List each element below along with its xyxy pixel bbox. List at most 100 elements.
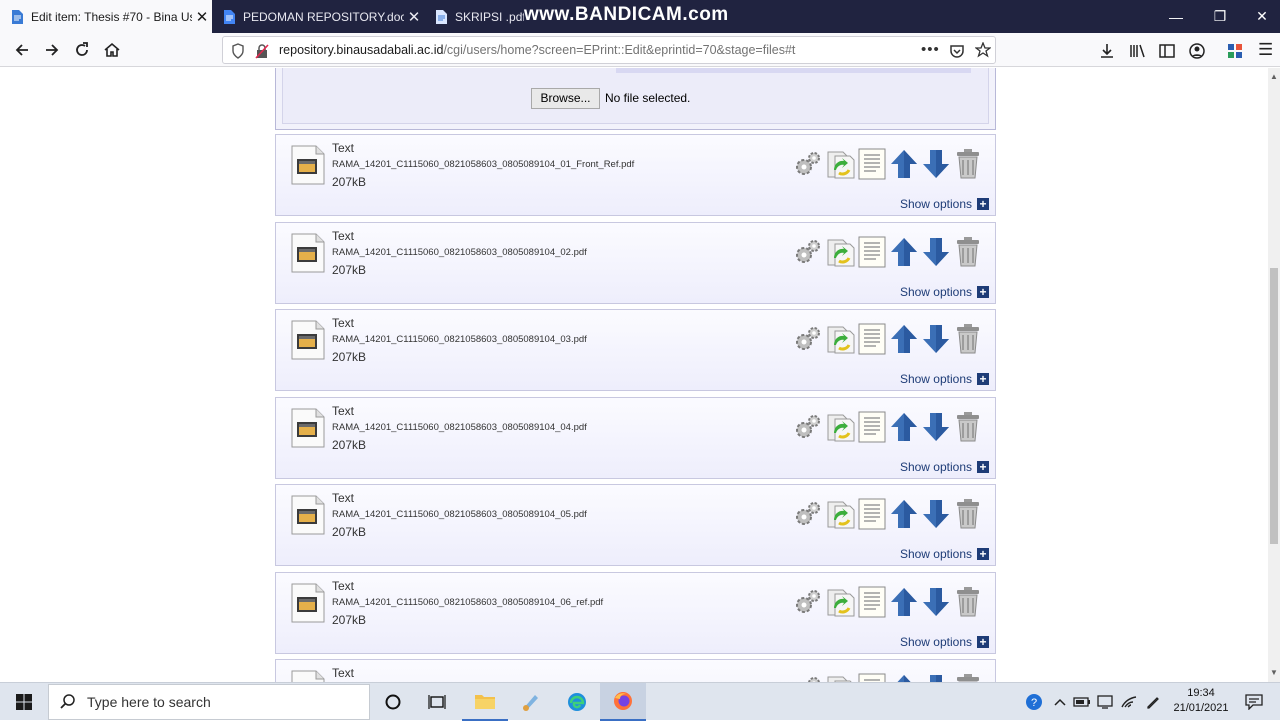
properties-button[interactable] [792,322,824,356]
page-actions-icon[interactable]: ••• [921,41,940,58]
firefox-button[interactable] [600,683,646,721]
properties-button[interactable] [792,147,824,181]
file-thumbnail-icon[interactable] [291,408,325,448]
pen-tray[interactable] [1142,683,1164,721]
move-down-button[interactable] [920,410,952,444]
delete-button[interactable] [952,147,984,181]
move-up-button[interactable] [888,410,920,444]
home-button[interactable] [98,37,126,63]
file-thumbnail-icon[interactable] [291,670,325,682]
delete-button[interactable] [952,410,984,444]
replace-file-button[interactable] [824,585,856,619]
close-icon[interactable]: ✕ [192,8,212,26]
bookmark-star-icon[interactable] [975,42,991,58]
replace-file-button[interactable] [824,147,856,181]
properties-button[interactable] [792,497,824,531]
view-details-button[interactable] [856,147,888,181]
battery-tray[interactable] [1072,683,1092,721]
file-thumbnail-icon[interactable] [291,233,325,273]
task-view-button[interactable] [414,683,460,721]
move-up-button[interactable] [888,585,920,619]
display-tray[interactable] [1094,683,1116,721]
show-options-link[interactable]: Show options + [900,197,989,211]
delete-button[interactable] [952,322,984,356]
show-options-link[interactable]: Show options + [900,635,989,649]
show-options-link[interactable]: Show options + [900,460,989,474]
move-up-button[interactable] [888,322,920,356]
move-up-button[interactable] [888,147,920,181]
forward-button[interactable] [38,37,66,63]
replace-file-button[interactable] [824,672,856,682]
tab-skripsi-pdf[interactable]: SKRIPSI .pdf [424,0,524,33]
replace-file-button[interactable] [824,410,856,444]
notification-center[interactable] [1240,683,1268,721]
move-down-button[interactable] [920,497,952,531]
view-details-button[interactable] [856,410,888,444]
tab-edit-item[interactable]: Edit item: Thesis #70 - Bina Usa ✕ [0,0,212,33]
downloads-icon[interactable] [1098,42,1116,60]
move-down-button[interactable] [920,147,952,181]
system-clock[interactable]: 19:34 21/01/2021 [1170,686,1232,716]
properties-button[interactable] [792,235,824,269]
show-hidden-icons[interactable] [1050,683,1070,721]
move-up-button[interactable] [888,672,920,682]
file-thumbnail-icon[interactable] [291,495,325,535]
move-down-button[interactable] [920,585,952,619]
move-down-button[interactable] [920,672,952,682]
minimize-button[interactable]: — [1154,0,1198,33]
delete-button[interactable] [952,672,984,682]
close-window-button[interactable]: ✕ [1240,0,1280,33]
replace-file-button[interactable] [824,322,856,356]
back-button[interactable] [8,37,36,63]
scroll-down-icon[interactable]: ▼ [1268,666,1280,680]
show-options-link[interactable]: Show options + [900,547,989,561]
wifi-tray[interactable] [1118,683,1140,721]
properties-button[interactable] [792,672,824,682]
edge-button[interactable] [554,683,600,721]
scroll-up-icon[interactable]: ▲ [1268,70,1280,84]
properties-button[interactable] [792,585,824,619]
view-details-button[interactable] [856,497,888,531]
view-details-button[interactable] [856,235,888,269]
replace-file-button[interactable] [824,497,856,531]
taskbar-search-box[interactable]: Type here to search [48,684,370,720]
close-icon[interactable]: ✕ [404,8,424,26]
delete-button[interactable] [952,585,984,619]
account-icon[interactable] [1188,42,1206,60]
file-explorer-button[interactable] [462,683,508,721]
cortana-button[interactable] [370,683,416,721]
tab-pedoman-repository[interactable]: PEDOMAN REPOSITORY.docx ✕ [212,0,424,33]
properties-button[interactable] [792,410,824,444]
help-tray-icon[interactable]: ? [1022,683,1046,721]
scroll-thumb[interactable] [1270,268,1278,544]
delete-button[interactable] [952,497,984,531]
show-options-link[interactable]: Show options + [900,285,989,299]
move-up-button[interactable] [888,497,920,531]
reload-button[interactable] [68,37,96,63]
view-details-button[interactable] [856,672,888,682]
address-bar[interactable]: repository.binausadabali.ac.id/cgi/users… [222,36,996,64]
replace-file-button[interactable] [824,235,856,269]
view-details-button[interactable] [856,585,888,619]
sidebar-icon[interactable] [1158,42,1176,60]
menu-icon[interactable]: ☰ [1258,40,1273,60]
library-icon[interactable] [1128,42,1146,60]
file-thumbnail-icon[interactable] [291,320,325,360]
page-scrollbar[interactable]: ▲ ▼ [1268,68,1280,682]
file-thumbnail-icon[interactable] [291,145,325,185]
show-options-link[interactable]: Show options + [900,372,989,386]
pocket-icon[interactable] [949,43,965,59]
start-button[interactable] [0,683,48,721]
insecure-lock-icon[interactable] [255,43,269,59]
delete-button[interactable] [952,235,984,269]
view-details-button[interactable] [856,322,888,356]
browse-button[interactable]: Browse... [531,88,600,109]
paint-app-button[interactable] [508,683,554,721]
extensions-icon[interactable] [1226,41,1246,61]
shield-icon[interactable] [231,43,245,59]
move-up-button[interactable] [888,235,920,269]
file-thumbnail-icon[interactable] [291,583,325,623]
move-down-button[interactable] [920,235,952,269]
move-down-button[interactable] [920,322,952,356]
restore-button[interactable]: ❐ [1198,0,1242,33]
